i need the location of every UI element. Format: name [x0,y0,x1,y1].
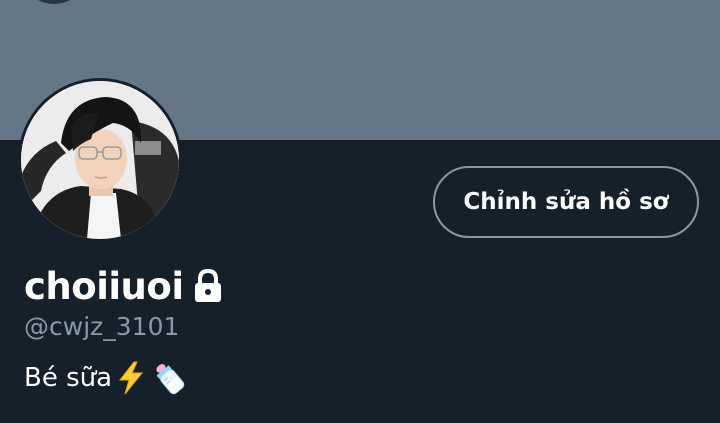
display-name: choiiuoi [24,264,184,308]
back-button[interactable] [28,0,80,4]
baby-bottle-icon [150,360,188,396]
profile-handle: @cwjz_3101 [24,312,180,341]
avatar[interactable] [21,81,179,239]
name-row: choiiuoi [24,262,224,310]
edit-profile-button[interactable]: Chỉnh sửa hồ sơ [433,166,699,238]
lock-icon [192,268,224,304]
profile-screen: Chỉnh sửa hồ sơ choiiuoi @cwjz_3101 Bé s… [0,0,720,423]
bio-text: Bé sữa [24,363,113,393]
profile-bio: Bé sữa [24,360,188,396]
high-voltage-icon [116,361,146,395]
avatar-photo [21,81,179,239]
